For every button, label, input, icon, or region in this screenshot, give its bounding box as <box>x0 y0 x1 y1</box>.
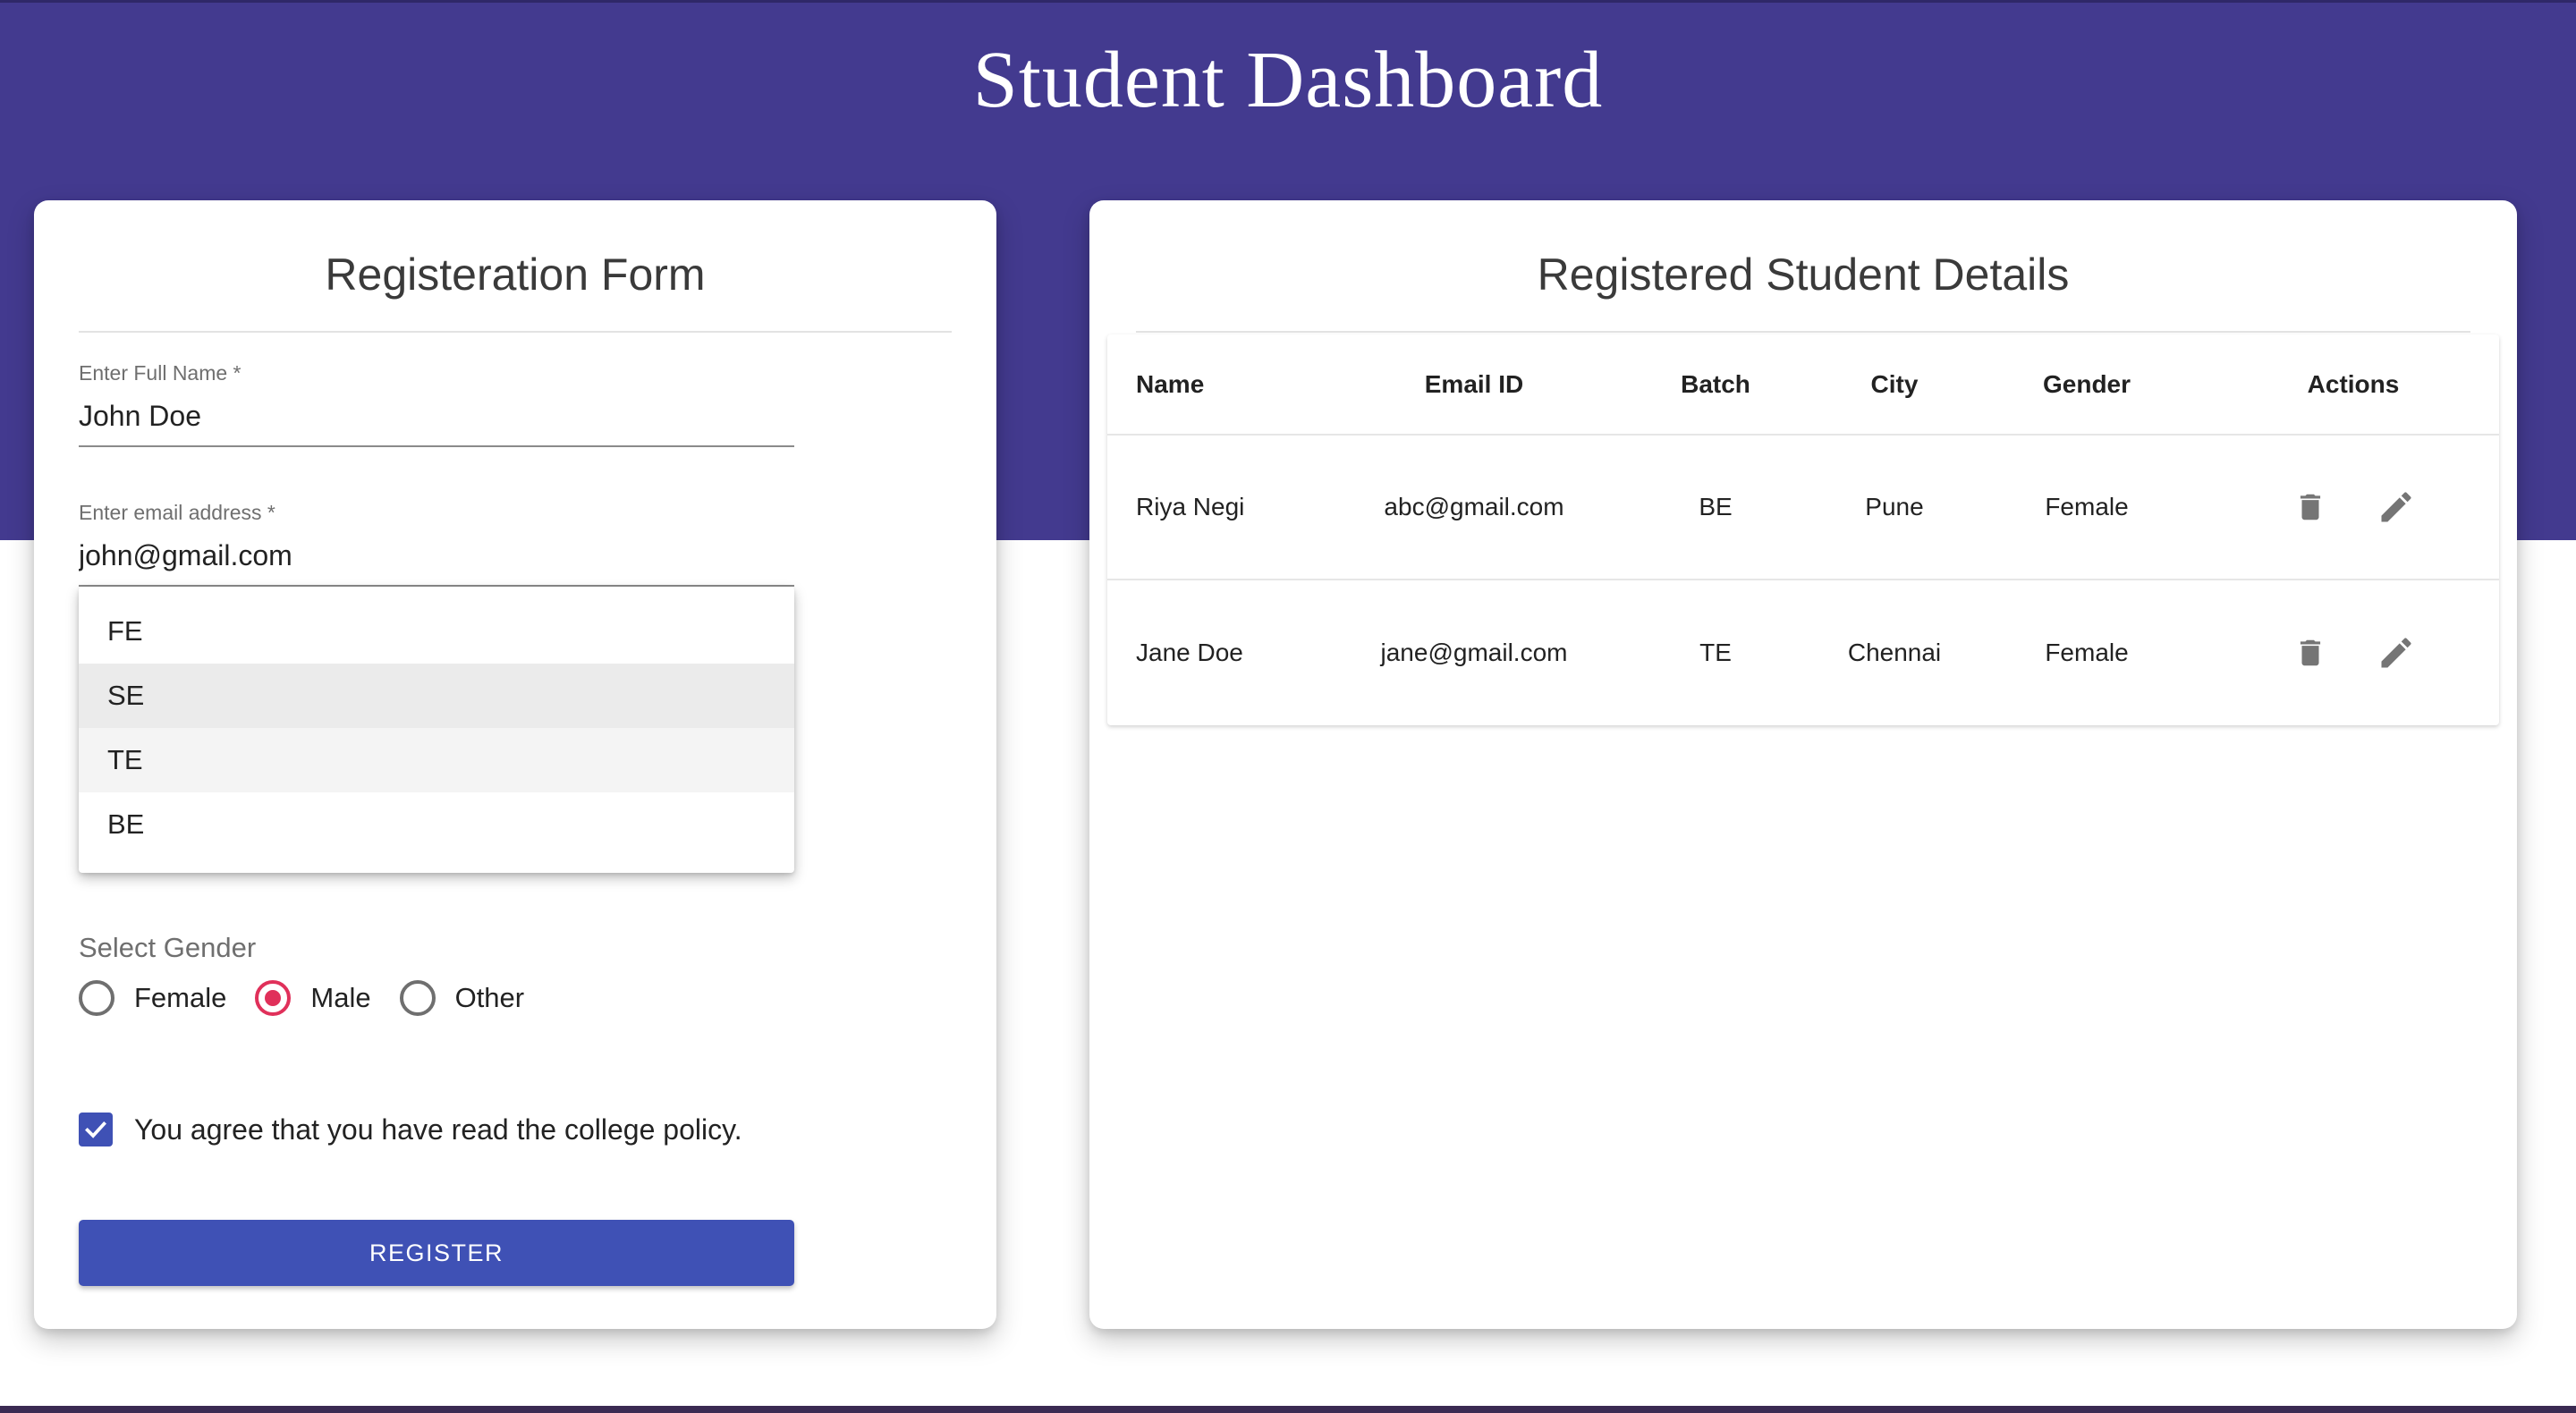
page: Student Dashboard Registeration Form Ent… <box>0 0 2576 1413</box>
cell-gender: Female <box>1966 435 2207 580</box>
policy-checkbox[interactable] <box>79 1113 113 1146</box>
batch-option-se[interactable]: SE <box>79 664 794 728</box>
students-table-container: Name Email ID Batch City Gender Actions … <box>1107 334 2499 725</box>
cell-actions <box>2207 435 2499 580</box>
checkmark-icon <box>85 1121 106 1138</box>
cell-actions <box>2207 580 2499 724</box>
radio-male[interactable] <box>255 980 292 1016</box>
column-header-actions: Actions <box>2207 334 2499 436</box>
gender-male-label: Male <box>310 982 371 1013</box>
gender-option-male[interactable]: Male <box>255 980 371 1016</box>
cell-name: Riya Negi <box>1107 435 1340 580</box>
full-name-input[interactable] <box>79 400 794 447</box>
cell-email: abc@gmail.com <box>1340 435 1608 580</box>
edit-icon[interactable] <box>2376 632 2417 673</box>
gender-other-label: Other <box>454 982 525 1013</box>
table-row: Riya Negi abc@gmail.com BE Pune Female <box>1107 435 2499 580</box>
gender-option-female[interactable]: Female <box>79 980 226 1016</box>
table-title: Registered Student Details <box>1537 250 2070 300</box>
bottom-edge-strip <box>0 1406 2576 1413</box>
form-divider <box>79 331 952 333</box>
email-field: Enter email address * <box>79 501 794 587</box>
gender-radio-group: Female Male Other <box>79 980 553 1016</box>
cell-city: Chennai <box>1847 638 1942 666</box>
cell-name: Jane Doe <box>1136 638 1243 666</box>
gender-option-other[interactable]: Other <box>399 980 525 1016</box>
registered-students-card: Registered Student Details Name Email ID… <box>1089 200 2517 1329</box>
full-name-label: Enter Full Name * <box>79 361 242 385</box>
gender-female-label: Female <box>134 982 227 1013</box>
column-header-gender: Gender <box>1966 334 2207 436</box>
policy-agreement: You agree that you have read the college… <box>79 1113 742 1146</box>
batch-option-be[interactable]: BE <box>79 792 794 857</box>
gender-label: Select Gender <box>79 932 257 963</box>
batch-option-te[interactable]: TE <box>79 728 794 792</box>
edit-icon[interactable] <box>2376 487 2417 528</box>
table-divider <box>1136 331 2470 333</box>
page-title: Student Dashboard <box>972 36 1604 124</box>
cell-batch: BE <box>1608 435 1823 580</box>
column-header-name: Name <box>1107 334 1340 436</box>
form-title: Registeration Form <box>325 250 706 300</box>
email-label: Enter email address * <box>79 501 275 524</box>
registration-form-card: Registeration Form Enter Full Name * Ent… <box>34 200 996 1329</box>
delete-icon[interactable] <box>2290 487 2331 528</box>
column-header-city: City <box>1823 334 1966 436</box>
cell-email: jane@gmail.com <box>1380 638 1568 666</box>
table-header-row: Name Email ID Batch City Gender Actions <box>1107 334 2499 436</box>
radio-female[interactable] <box>79 980 114 1016</box>
students-table: Name Email ID Batch City Gender Actions … <box>1107 334 2499 724</box>
radio-other[interactable] <box>399 980 436 1016</box>
batch-dropdown-menu: FE SE TE BE <box>79 587 794 873</box>
email-input[interactable] <box>79 539 794 587</box>
table-row: Jane Doe jane@gmail.com TE Chennai Femal… <box>1107 580 2499 724</box>
register-button[interactable]: REGISTER <box>79 1220 794 1286</box>
column-header-batch: Batch <box>1608 334 1823 436</box>
cell-gender: Female <box>2045 638 2129 666</box>
policy-agreement-label: You agree that you have read the college… <box>134 1113 742 1146</box>
column-header-email: Email ID <box>1340 334 1608 436</box>
batch-option-fe[interactable]: FE <box>79 599 794 664</box>
cell-city: Pune <box>1823 435 1966 580</box>
cell-batch: TE <box>1699 638 1732 666</box>
full-name-field: Enter Full Name * <box>79 361 794 447</box>
delete-icon[interactable] <box>2290 632 2331 673</box>
